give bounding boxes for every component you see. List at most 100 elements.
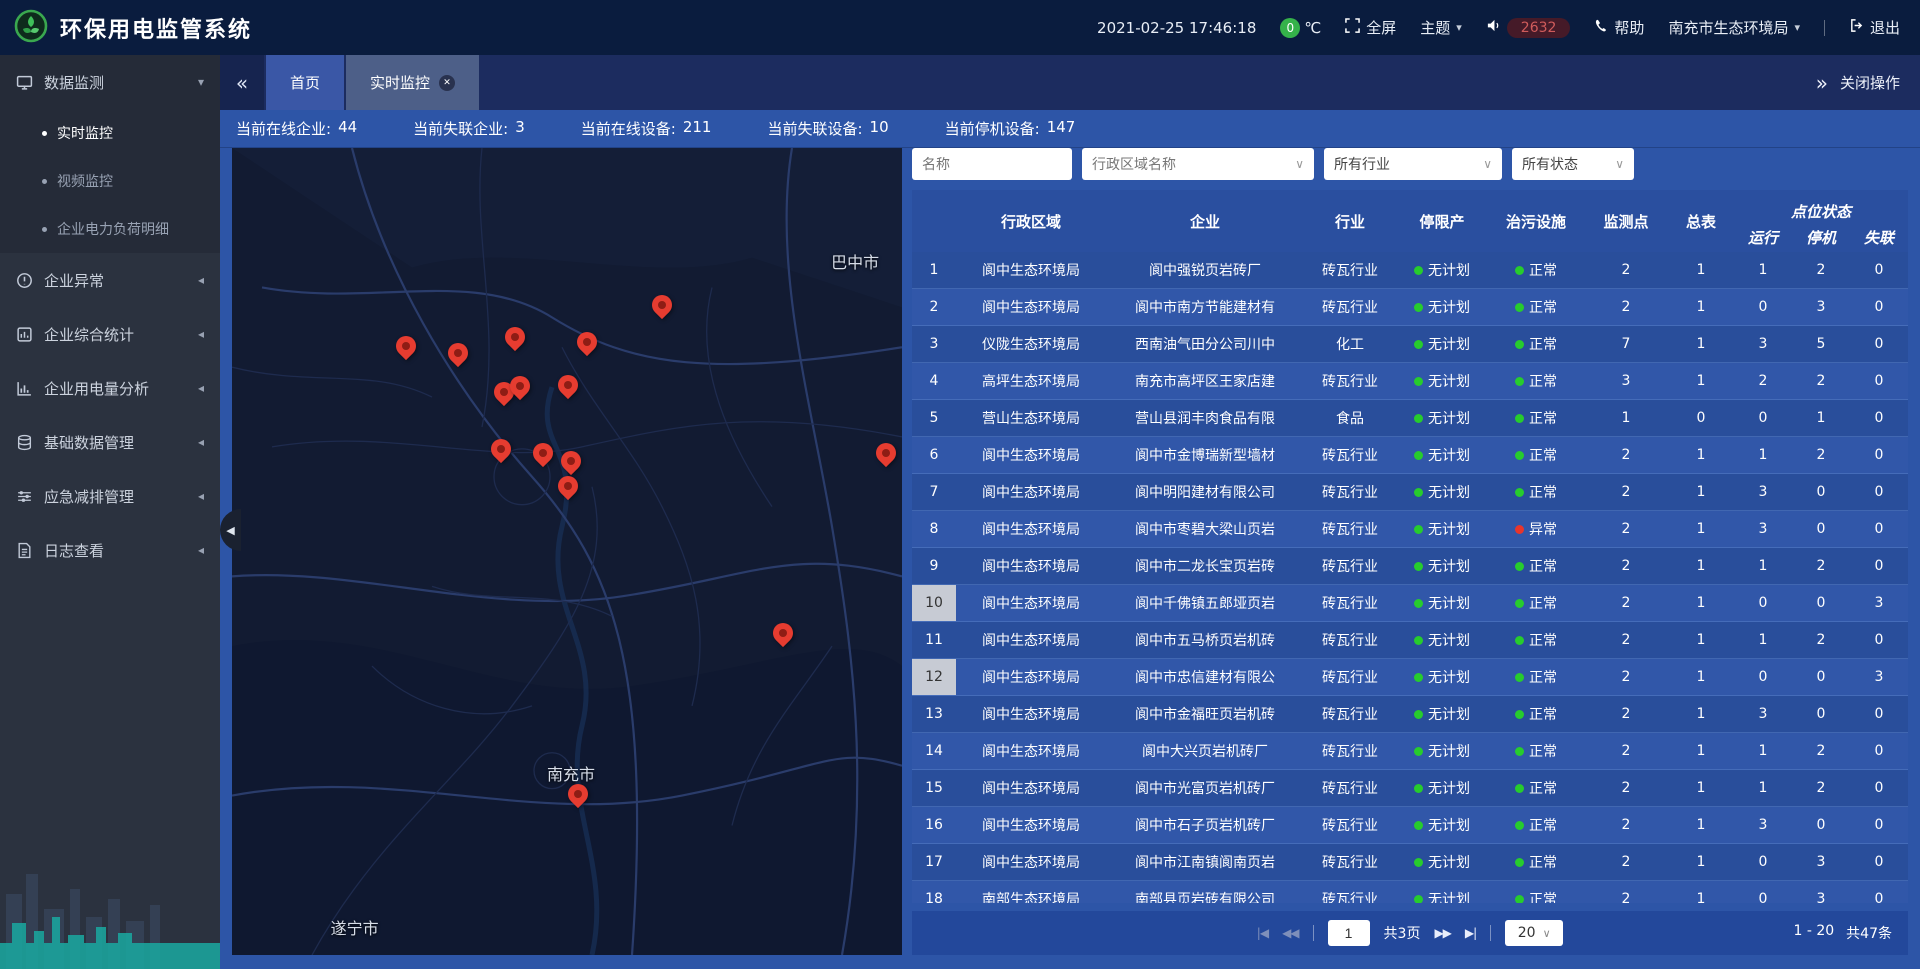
sidebar: 数据监测 ▾ 实时监控 视频监控 企业电力负荷明细 bbox=[0, 55, 220, 969]
map-collapse-handle[interactable]: ◀ bbox=[220, 509, 241, 551]
row-limit-status-cell: 无计划 bbox=[1396, 770, 1488, 806]
tab-close-icon[interactable]: ✕ bbox=[439, 75, 455, 91]
row-limit-status-cell: 无计划 bbox=[1396, 363, 1488, 399]
row-running-cell: 0 bbox=[1734, 881, 1792, 903]
region-filter-select[interactable]: 行政区域名称 ∨ bbox=[1082, 148, 1314, 180]
table-row[interactable]: 5营山生态环境局营山县润丰肉食品有限食品无计划正常10010 bbox=[912, 400, 1908, 437]
sidebar-group-company-statistics[interactable]: 企业综合统计 ◂ bbox=[0, 307, 220, 361]
row-stopped-cell: 3 bbox=[1792, 881, 1850, 903]
page-size-select[interactable]: 20 ∨ bbox=[1505, 920, 1563, 946]
next-page-button[interactable]: ▶▶ bbox=[1434, 926, 1450, 940]
logout-button[interactable]: 退出 bbox=[1849, 17, 1900, 38]
page-number-input[interactable] bbox=[1328, 920, 1370, 946]
sidebar-group-company-abnormal[interactable]: 企业异常 ◂ bbox=[0, 253, 220, 307]
status-dot-icon bbox=[1515, 599, 1524, 608]
table-row[interactable]: 17阆中生态环境局阆中市江南镇阆南页岩砖瓦行业无计划正常21030 bbox=[912, 844, 1908, 881]
tab-home[interactable]: 首页 bbox=[266, 55, 344, 110]
table-row[interactable]: 9阆中生态环境局阆中市二龙长宝页岩砖砖瓦行业无计划正常21120 bbox=[912, 548, 1908, 585]
row-monitor-points-cell: 2 bbox=[1584, 474, 1668, 510]
row-limit-status-cell: 无计划 bbox=[1396, 733, 1488, 769]
row-index-cell: 3 bbox=[912, 326, 956, 362]
row-offline-cell: 0 bbox=[1850, 807, 1908, 843]
tab-realtime-monitoring[interactable]: 实时监控 ✕ bbox=[346, 55, 479, 110]
row-total-meters-cell: 1 bbox=[1668, 622, 1734, 658]
row-stopped-cell: 0 bbox=[1792, 474, 1850, 510]
table-row[interactable]: 12阆中生态环境局阆中市忠信建材有限公砖瓦行业无计划正常21003 bbox=[912, 659, 1908, 696]
row-industry-cell: 砖瓦行业 bbox=[1304, 659, 1396, 695]
status-dot-icon bbox=[1515, 414, 1524, 423]
table-row[interactable]: 10阆中生态环境局阆中千佛镇五郎垭页岩砖瓦行业无计划正常21003 bbox=[912, 585, 1908, 622]
table-row[interactable]: 13阆中生态环境局阆中市金福旺页岩机砖砖瓦行业无计划正常21300 bbox=[912, 696, 1908, 733]
chevron-left-icon: ◂ bbox=[198, 327, 204, 341]
sidebar-group-base-data[interactable]: 基础数据管理 ◂ bbox=[0, 415, 220, 469]
table-row[interactable]: 7阆中生态环境局阆中明阳建材有限公司砖瓦行业无计划正常21300 bbox=[912, 474, 1908, 511]
table-row[interactable]: 3仪陇生态环境局西南油气田分公司川中化工无计划正常71350 bbox=[912, 326, 1908, 363]
table-row[interactable]: 14阆中生态环境局阆中大兴页岩机砖厂砖瓦行业无计划正常21120 bbox=[912, 733, 1908, 770]
row-company-cell: 阆中市二龙长宝页岩砖 bbox=[1106, 548, 1304, 584]
table-row[interactable]: 4高坪生态环境局南充市高坪区王家店建砖瓦行业无计划正常31220 bbox=[912, 363, 1908, 400]
status-filter-select[interactable]: 所有状态 ∨ bbox=[1512, 148, 1634, 180]
sidebar-item-video-monitoring[interactable]: 视频监控 bbox=[0, 157, 220, 205]
table-row[interactable]: 8阆中生态环境局阆中市枣碧大梁山页岩砖瓦行业无计划异常21300 bbox=[912, 511, 1908, 548]
table-row[interactable]: 2阆中生态环境局阆中市南方节能建材有砖瓦行业无计划正常21030 bbox=[912, 289, 1908, 326]
theme-dropdown[interactable]: 主题 ▾ bbox=[1420, 17, 1462, 38]
row-index-cell: 2 bbox=[912, 289, 956, 325]
temperature-badge: 0 bbox=[1280, 18, 1300, 38]
row-industry-cell: 砖瓦行业 bbox=[1304, 585, 1396, 621]
row-industry-cell: 砖瓦行业 bbox=[1304, 733, 1396, 769]
first-page-button[interactable]: |◀ bbox=[1257, 926, 1268, 940]
sidebar-item-realtime-monitoring[interactable]: 实时监控 bbox=[0, 109, 220, 157]
table-header-row: 行政区域 企业 行业 停限产 治污设施 监测点 总表 点位状态 运行 停机 失联 bbox=[912, 190, 1908, 252]
table-row[interactable]: 16阆中生态环境局阆中市石子页岩机砖厂砖瓦行业无计划正常21300 bbox=[912, 807, 1908, 844]
sidebar-group-log-view[interactable]: 日志查看 ◂ bbox=[0, 523, 220, 577]
chevron-down-icon: ∨ bbox=[1615, 157, 1624, 171]
sidebar-group-emergency-management[interactable]: 应急减排管理 ◂ bbox=[0, 469, 220, 523]
row-facility-status-cell: 正常 bbox=[1488, 622, 1584, 658]
prev-page-button[interactable]: ◀◀ bbox=[1282, 926, 1298, 940]
row-limit-status-cell: 无计划 bbox=[1396, 474, 1488, 510]
name-filter-input[interactable] bbox=[912, 148, 1072, 180]
row-industry-cell: 砖瓦行业 bbox=[1304, 511, 1396, 547]
row-industry-cell: 砖瓦行业 bbox=[1304, 363, 1396, 399]
sidebar-group-data-monitoring[interactable]: 数据监测 ▾ bbox=[0, 55, 220, 109]
industry-filter-select[interactable]: 所有行业 ∨ bbox=[1324, 148, 1502, 180]
tabs-scroll-right-button[interactable]: » bbox=[1816, 71, 1828, 95]
row-industry-cell: 砖瓦行业 bbox=[1304, 252, 1396, 288]
sidebar-group-power-analysis[interactable]: 企业用电量分析 ◂ bbox=[0, 361, 220, 415]
help-button[interactable]: 帮助 bbox=[1594, 17, 1644, 38]
row-monitor-points-cell: 2 bbox=[1584, 289, 1668, 325]
row-company-cell: 阆中市忠信建材有限公 bbox=[1106, 659, 1304, 695]
tabs-scroll-left-button[interactable]: « bbox=[220, 55, 264, 110]
org-dropdown[interactable]: 南充市生态环境局 ▾ bbox=[1668, 17, 1800, 38]
close-operations-button[interactable]: 关闭操作 bbox=[1840, 72, 1900, 93]
row-offline-cell: 0 bbox=[1850, 363, 1908, 399]
app-root: 环保用电监管系统 2021-02-25 17:46:18 0 ℃ 全屏 主题 ▾ bbox=[0, 0, 1920, 969]
table-row[interactable]: 11阆中生态环境局阆中市五马桥页岩机砖砖瓦行业无计划正常21120 bbox=[912, 622, 1908, 659]
row-limit-status-cell: 无计划 bbox=[1396, 400, 1488, 436]
status-dot-icon bbox=[1515, 451, 1524, 460]
row-index-cell: 17 bbox=[912, 844, 956, 880]
row-stopped-cell: 0 bbox=[1792, 511, 1850, 547]
sidebar-item-power-load-detail[interactable]: 企业电力负荷明细 bbox=[0, 205, 220, 253]
table-row[interactable]: 1阆中生态环境局阆中强锐页岩砖厂砖瓦行业无计划正常21120 bbox=[912, 252, 1908, 289]
status-dot-icon bbox=[1515, 747, 1524, 756]
last-page-button[interactable]: ▶| bbox=[1465, 926, 1476, 940]
announcement-button[interactable]: 2632 bbox=[1486, 18, 1571, 38]
chevron-left-icon: ◂ bbox=[198, 435, 204, 449]
map[interactable]: 巴中市南充市遂宁市 bbox=[232, 148, 902, 955]
table-row[interactable]: 18南部生态环境局南部县页岩砖有限公司砖瓦行业无计划正常21030 bbox=[912, 881, 1908, 903]
table-row[interactable]: 6阆中生态环境局阆中市金博瑞新型墙材砖瓦行业无计划正常21120 bbox=[912, 437, 1908, 474]
row-region-cell: 阆中生态环境局 bbox=[956, 585, 1106, 621]
row-limit-status-cell: 无计划 bbox=[1396, 881, 1488, 903]
row-company-cell: 西南油气田分公司川中 bbox=[1106, 326, 1304, 362]
row-region-cell: 阆中生态环境局 bbox=[956, 659, 1106, 695]
monitor-icon bbox=[16, 74, 33, 91]
row-company-cell: 阆中千佛镇五郎垭页岩 bbox=[1106, 585, 1304, 621]
row-company-cell: 阆中强锐页岩砖厂 bbox=[1106, 252, 1304, 288]
fullscreen-button[interactable]: 全屏 bbox=[1345, 17, 1396, 38]
map-city-label: 南充市 bbox=[547, 761, 595, 785]
row-offline-cell: 0 bbox=[1850, 770, 1908, 806]
row-total-meters-cell: 1 bbox=[1668, 585, 1734, 621]
row-region-cell: 阆中生态环境局 bbox=[956, 474, 1106, 510]
table-row[interactable]: 15阆中生态环境局阆中市光富页岩机砖厂砖瓦行业无计划正常21120 bbox=[912, 770, 1908, 807]
